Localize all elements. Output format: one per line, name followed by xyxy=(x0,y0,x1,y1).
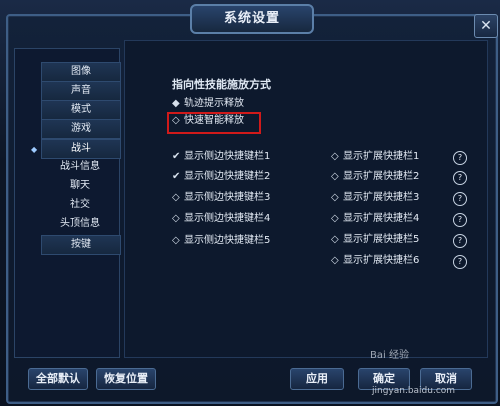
checkbox-label: 显示侧边快捷键栏1 xyxy=(184,151,271,162)
skill-release-title: 指向性技能施放方式 xyxy=(172,78,271,91)
sidebar-item-label: 按键 xyxy=(71,239,91,250)
radio-label: 轨迹提示释放 xyxy=(184,98,244,109)
checkbox-unchecked-icon: ◇ xyxy=(172,192,180,203)
side-hotbar-checkbox[interactable]: ✔ 显示侧边快捷键栏1 xyxy=(172,150,270,164)
sidebar-item-label: 社交 xyxy=(70,199,90,210)
ext-hotbar-checkbox[interactable]: ◇ 显示扩展快捷栏3 xyxy=(331,191,419,205)
radio-trajectory-release[interactable]: ◆ 轨迹提示释放 xyxy=(172,97,244,111)
help-icon[interactable]: ? xyxy=(453,151,467,165)
radio-unselected-icon: ◇ xyxy=(172,115,180,126)
sidebar-item[interactable]: ◆ 战斗 xyxy=(31,139,121,159)
radio-selected-icon: ◆ xyxy=(172,98,180,109)
ext-hotbar-checkbox[interactable]: ◇ 显示扩展快捷栏6 xyxy=(331,254,419,268)
checkbox-checked-icon: ✔ xyxy=(172,171,181,182)
sidebar-item-label: 声音 xyxy=(71,85,91,96)
sidebar-item[interactable]: 游戏 xyxy=(41,119,121,139)
ext-hotbar-checkbox[interactable]: ◇ 显示扩展快捷栏5 xyxy=(331,233,419,247)
watermark-url: jingyan.baidu.com xyxy=(372,386,456,396)
sidebar-item-label: 图像 xyxy=(71,66,91,77)
checkbox-label: 显示侧边快捷键栏4 xyxy=(184,213,271,224)
checkbox-unchecked-icon: ◇ xyxy=(331,192,339,203)
sidebar-item[interactable]: 图像 xyxy=(41,62,121,82)
checkbox-unchecked-icon: ◇ xyxy=(331,234,339,245)
active-marker-icon: ◆ xyxy=(31,145,38,154)
sidebar-item[interactable]: 头顶信息 xyxy=(41,215,119,233)
checkbox-unchecked-icon: ◇ xyxy=(331,255,339,266)
close-button[interactable]: ✕ xyxy=(474,14,498,38)
checkbox-label: 显示侧边快捷键栏5 xyxy=(184,235,271,246)
radio-quick-smart-release[interactable]: ◇ 快速智能释放 xyxy=(172,114,244,128)
apply-button[interactable]: 应用 xyxy=(290,368,344,390)
sidebar-item-label: 模式 xyxy=(71,104,91,115)
help-icon[interactable]: ? xyxy=(453,213,467,227)
checkbox-label: 显示扩展快捷栏1 xyxy=(343,151,420,162)
restore-position-button[interactable]: 恢复位置 xyxy=(96,368,156,390)
sidebar-item[interactable]: 模式 xyxy=(41,100,121,120)
checkbox-unchecked-icon: ◇ xyxy=(172,235,180,246)
checkbox-label: 显示侧边快捷键栏2 xyxy=(184,171,271,182)
checkbox-label: 显示扩展快捷栏2 xyxy=(343,171,420,182)
sidebar-item-label: 聊天 xyxy=(70,180,90,191)
ext-hotbar-checkbox[interactable]: ◇ 显示扩展快捷栏2 xyxy=(331,170,419,184)
ext-hotbar-checkbox[interactable]: ◇ 显示扩展快捷栏1 xyxy=(331,150,419,164)
help-icon[interactable]: ? xyxy=(453,192,467,206)
checkbox-unchecked-icon: ◇ xyxy=(331,171,339,182)
checkbox-unchecked-icon: ◇ xyxy=(331,151,339,162)
watermark-brand: Bai 经验 xyxy=(370,350,409,361)
radio-label: 快速智能释放 xyxy=(184,115,244,126)
sidebar-item[interactable]: 按键 xyxy=(41,235,121,255)
side-hotbar-checkbox[interactable]: ✔ 显示侧边快捷键栏2 xyxy=(172,170,270,184)
side-hotbar-checkbox[interactable]: ◇ 显示侧边快捷键栏3 xyxy=(172,191,270,205)
sidebar-item[interactable]: 声音 xyxy=(41,81,121,101)
sidebar-item-label: 头顶信息 xyxy=(60,218,100,229)
sidebar-item[interactable]: 聊天 xyxy=(41,177,119,195)
window-title: 系统设置 xyxy=(190,4,314,34)
checkbox-label: 显示扩展快捷栏4 xyxy=(343,213,420,224)
help-icon[interactable]: ? xyxy=(453,171,467,185)
checkbox-label: 显示扩展快捷栏5 xyxy=(343,234,420,245)
help-icon[interactable]: ? xyxy=(453,234,467,248)
side-hotbar-checkbox[interactable]: ◇ 显示侧边快捷键栏4 xyxy=(172,212,270,226)
reset-all-button[interactable]: 全部默认 xyxy=(28,368,88,390)
checkbox-unchecked-icon: ◇ xyxy=(172,213,180,224)
side-hotbar-checkbox[interactable]: ◇ 显示侧边快捷键栏5 xyxy=(172,234,270,248)
checkbox-unchecked-icon: ◇ xyxy=(331,213,339,224)
checkbox-label: 显示扩展快捷栏3 xyxy=(343,192,420,203)
sidebar-item-label: 游戏 xyxy=(71,123,91,134)
sidebar-item[interactable]: 战斗信息 xyxy=(41,158,119,176)
ext-hotbar-checkbox[interactable]: ◇ 显示扩展快捷栏4 xyxy=(331,212,419,226)
help-icon[interactable]: ? xyxy=(453,255,467,269)
checkbox-checked-icon: ✔ xyxy=(172,151,181,162)
checkbox-label: 显示扩展快捷栏6 xyxy=(343,255,420,266)
sidebar-item[interactable]: 社交 xyxy=(41,196,119,214)
sidebar-item-label: 战斗 xyxy=(71,143,91,154)
sidebar-item-label: 战斗信息 xyxy=(60,161,100,172)
checkbox-label: 显示侧边快捷键栏3 xyxy=(184,192,271,203)
